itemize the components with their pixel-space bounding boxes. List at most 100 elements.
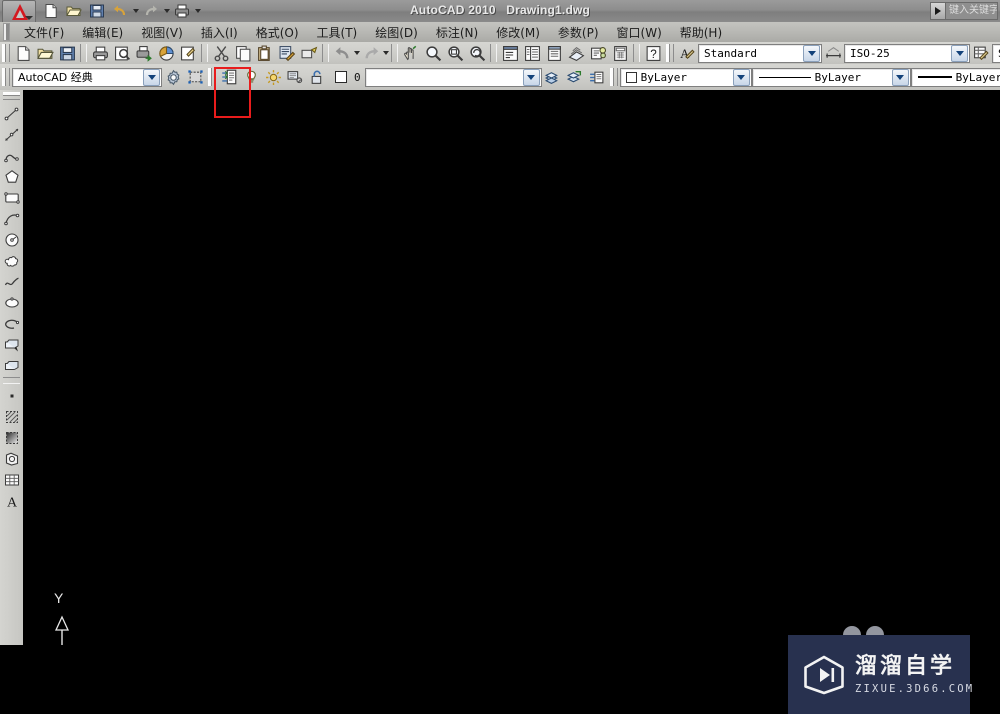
zoom-realtime-icon[interactable] xyxy=(422,43,444,63)
revision-cloud-icon[interactable] xyxy=(1,250,22,271)
draw-toolbar-grip[interactable] xyxy=(3,92,20,100)
ellipse-icon[interactable] xyxy=(1,292,22,313)
gradient-icon[interactable] xyxy=(1,427,22,448)
menu-dimension[interactable]: 标注(N) xyxy=(427,23,487,42)
menu-window[interactable]: 窗口(W) xyxy=(608,23,671,42)
tool-palettes-icon[interactable] xyxy=(543,43,565,63)
layer-lock-unlock-icon[interactable] xyxy=(306,67,328,87)
qnew-icon[interactable] xyxy=(12,43,34,63)
dimension-style-combo[interactable]: ISO-25 xyxy=(844,43,970,63)
make-object-layer-current-icon[interactable] xyxy=(542,67,564,87)
color-combo[interactable]: ByLayer xyxy=(619,67,752,87)
menu-draw[interactable]: 绘图(D) xyxy=(366,23,427,42)
cut-icon[interactable] xyxy=(210,43,232,63)
table-style-combo[interactable]: Standard xyxy=(992,43,1000,63)
menu-help[interactable]: 帮助(H) xyxy=(671,23,731,42)
menu-tools[interactable]: 工具(T) xyxy=(308,23,367,42)
save-icon[interactable] xyxy=(56,43,78,63)
spline-icon[interactable] xyxy=(1,271,22,292)
arc-icon[interactable] xyxy=(1,208,22,229)
table-style-icon[interactable] xyxy=(970,43,992,63)
polyline-icon[interactable] xyxy=(1,145,22,166)
publish-icon[interactable] xyxy=(133,43,155,63)
chevron-down-icon[interactable] xyxy=(803,44,820,62)
dimension-style-icon[interactable] xyxy=(822,43,844,63)
chevron-down-icon[interactable] xyxy=(522,68,540,86)
gear-icon[interactable] xyxy=(162,67,184,87)
insert-block-icon[interactable] xyxy=(1,334,22,355)
table-icon[interactable] xyxy=(1,469,22,490)
undo-icon[interactable] xyxy=(331,43,353,63)
chevron-down-icon[interactable] xyxy=(891,68,909,86)
styles-toolbar-grip[interactable] xyxy=(666,44,674,62)
menu-file[interactable]: 文件(F) xyxy=(15,23,73,42)
plot-icon[interactable] xyxy=(89,43,111,63)
workspace-combo[interactable]: AutoCAD 经典 xyxy=(12,67,162,87)
infocenter-search-input[interactable]: 键入关键字 xyxy=(945,1,998,20)
circle-icon[interactable] xyxy=(1,229,22,250)
standard-toolbar-grip[interactable] xyxy=(2,44,10,62)
layer-on-off-icon[interactable] xyxy=(240,67,262,87)
zoom-previous-icon[interactable] xyxy=(466,43,488,63)
drawing-canvas[interactable]: Y 溜溜自学 ZIXUE.3D66.COM xyxy=(23,90,1000,714)
open-icon[interactable] xyxy=(34,43,56,63)
redo-dropdown-icon[interactable] xyxy=(383,51,389,55)
redo-icon[interactable] xyxy=(360,43,382,63)
text-style-combo[interactable]: Standard xyxy=(698,43,822,63)
match-properties-icon[interactable] xyxy=(276,43,298,63)
draw-toolbar: A xyxy=(0,90,24,645)
infocenter-expand-icon[interactable] xyxy=(930,1,945,20)
linetype-combo[interactable]: ByLayer xyxy=(751,67,911,87)
copy-icon[interactable] xyxy=(232,43,254,63)
chevron-down-icon[interactable] xyxy=(732,68,750,86)
menu-edit[interactable]: 编辑(E) xyxy=(73,23,132,42)
layer-combo[interactable] xyxy=(364,67,542,87)
sheet-set-manager-icon[interactable] xyxy=(565,43,587,63)
markup-icon[interactable] xyxy=(177,43,199,63)
watermark-text: 溜溜自学 ZIXUE.3D66.COM xyxy=(855,654,974,695)
region-icon[interactable] xyxy=(1,448,22,469)
plot-preview-icon[interactable] xyxy=(111,43,133,63)
menubar-grip[interactable] xyxy=(3,23,10,41)
pan-icon[interactable] xyxy=(400,43,422,63)
paste-icon[interactable] xyxy=(254,43,276,63)
designcenter-icon[interactable] xyxy=(521,43,543,63)
3dprint-icon[interactable] xyxy=(155,43,177,63)
markup-set-manager-icon[interactable] xyxy=(587,43,609,63)
line-icon[interactable] xyxy=(1,103,22,124)
menu-parametric[interactable]: 参数(P) xyxy=(549,23,608,42)
ucs-icon: Y xyxy=(41,575,101,645)
properties-palette-icon[interactable] xyxy=(499,43,521,63)
layer-previous-icon[interactable] xyxy=(564,67,586,87)
menu-format[interactable]: 格式(O) xyxy=(247,23,308,42)
construction-line-icon[interactable] xyxy=(1,124,22,145)
menu-modify[interactable]: 修改(M) xyxy=(487,23,549,42)
menu-insert[interactable]: 插入(I) xyxy=(192,23,247,42)
zoom-window-icon[interactable] xyxy=(444,43,466,63)
quick-calc-icon[interactable] xyxy=(609,43,631,63)
workspaces-toolbar-grip[interactable] xyxy=(2,68,10,86)
polygon-icon[interactable] xyxy=(1,166,22,187)
lineweight-combo[interactable]: ByLayer xyxy=(910,67,1000,87)
layer-freeze-vp-icon[interactable] xyxy=(284,67,306,87)
chevron-down-icon[interactable] xyxy=(951,44,968,62)
hatch-icon[interactable] xyxy=(1,406,22,427)
chevron-down-icon[interactable] xyxy=(143,68,160,86)
properties-toolbar-grip[interactable] xyxy=(609,68,618,86)
text-style-icon[interactable]: A xyxy=(676,43,698,63)
color-value: ByLayer xyxy=(640,70,687,84)
ellipse-arc-icon[interactable] xyxy=(1,313,22,334)
layer-color-icon xyxy=(328,67,354,87)
rectangle-icon[interactable] xyxy=(1,187,22,208)
help-icon[interactable]: ? xyxy=(642,43,664,63)
multiline-text-icon[interactable]: A xyxy=(1,490,22,511)
make-block-icon[interactable] xyxy=(1,355,22,376)
block-editor-icon[interactable] xyxy=(298,43,320,63)
lock-display-icon[interactable] xyxy=(184,67,206,87)
layer-states-icon[interactable] xyxy=(586,67,608,87)
layers-toolbar-grip[interactable] xyxy=(208,68,216,86)
layer-freeze-thaw-icon[interactable] xyxy=(262,67,284,87)
layer-properties-manager-icon[interactable] xyxy=(218,67,240,87)
point-icon[interactable] xyxy=(1,385,22,406)
menu-view[interactable]: 视图(V) xyxy=(132,23,192,42)
